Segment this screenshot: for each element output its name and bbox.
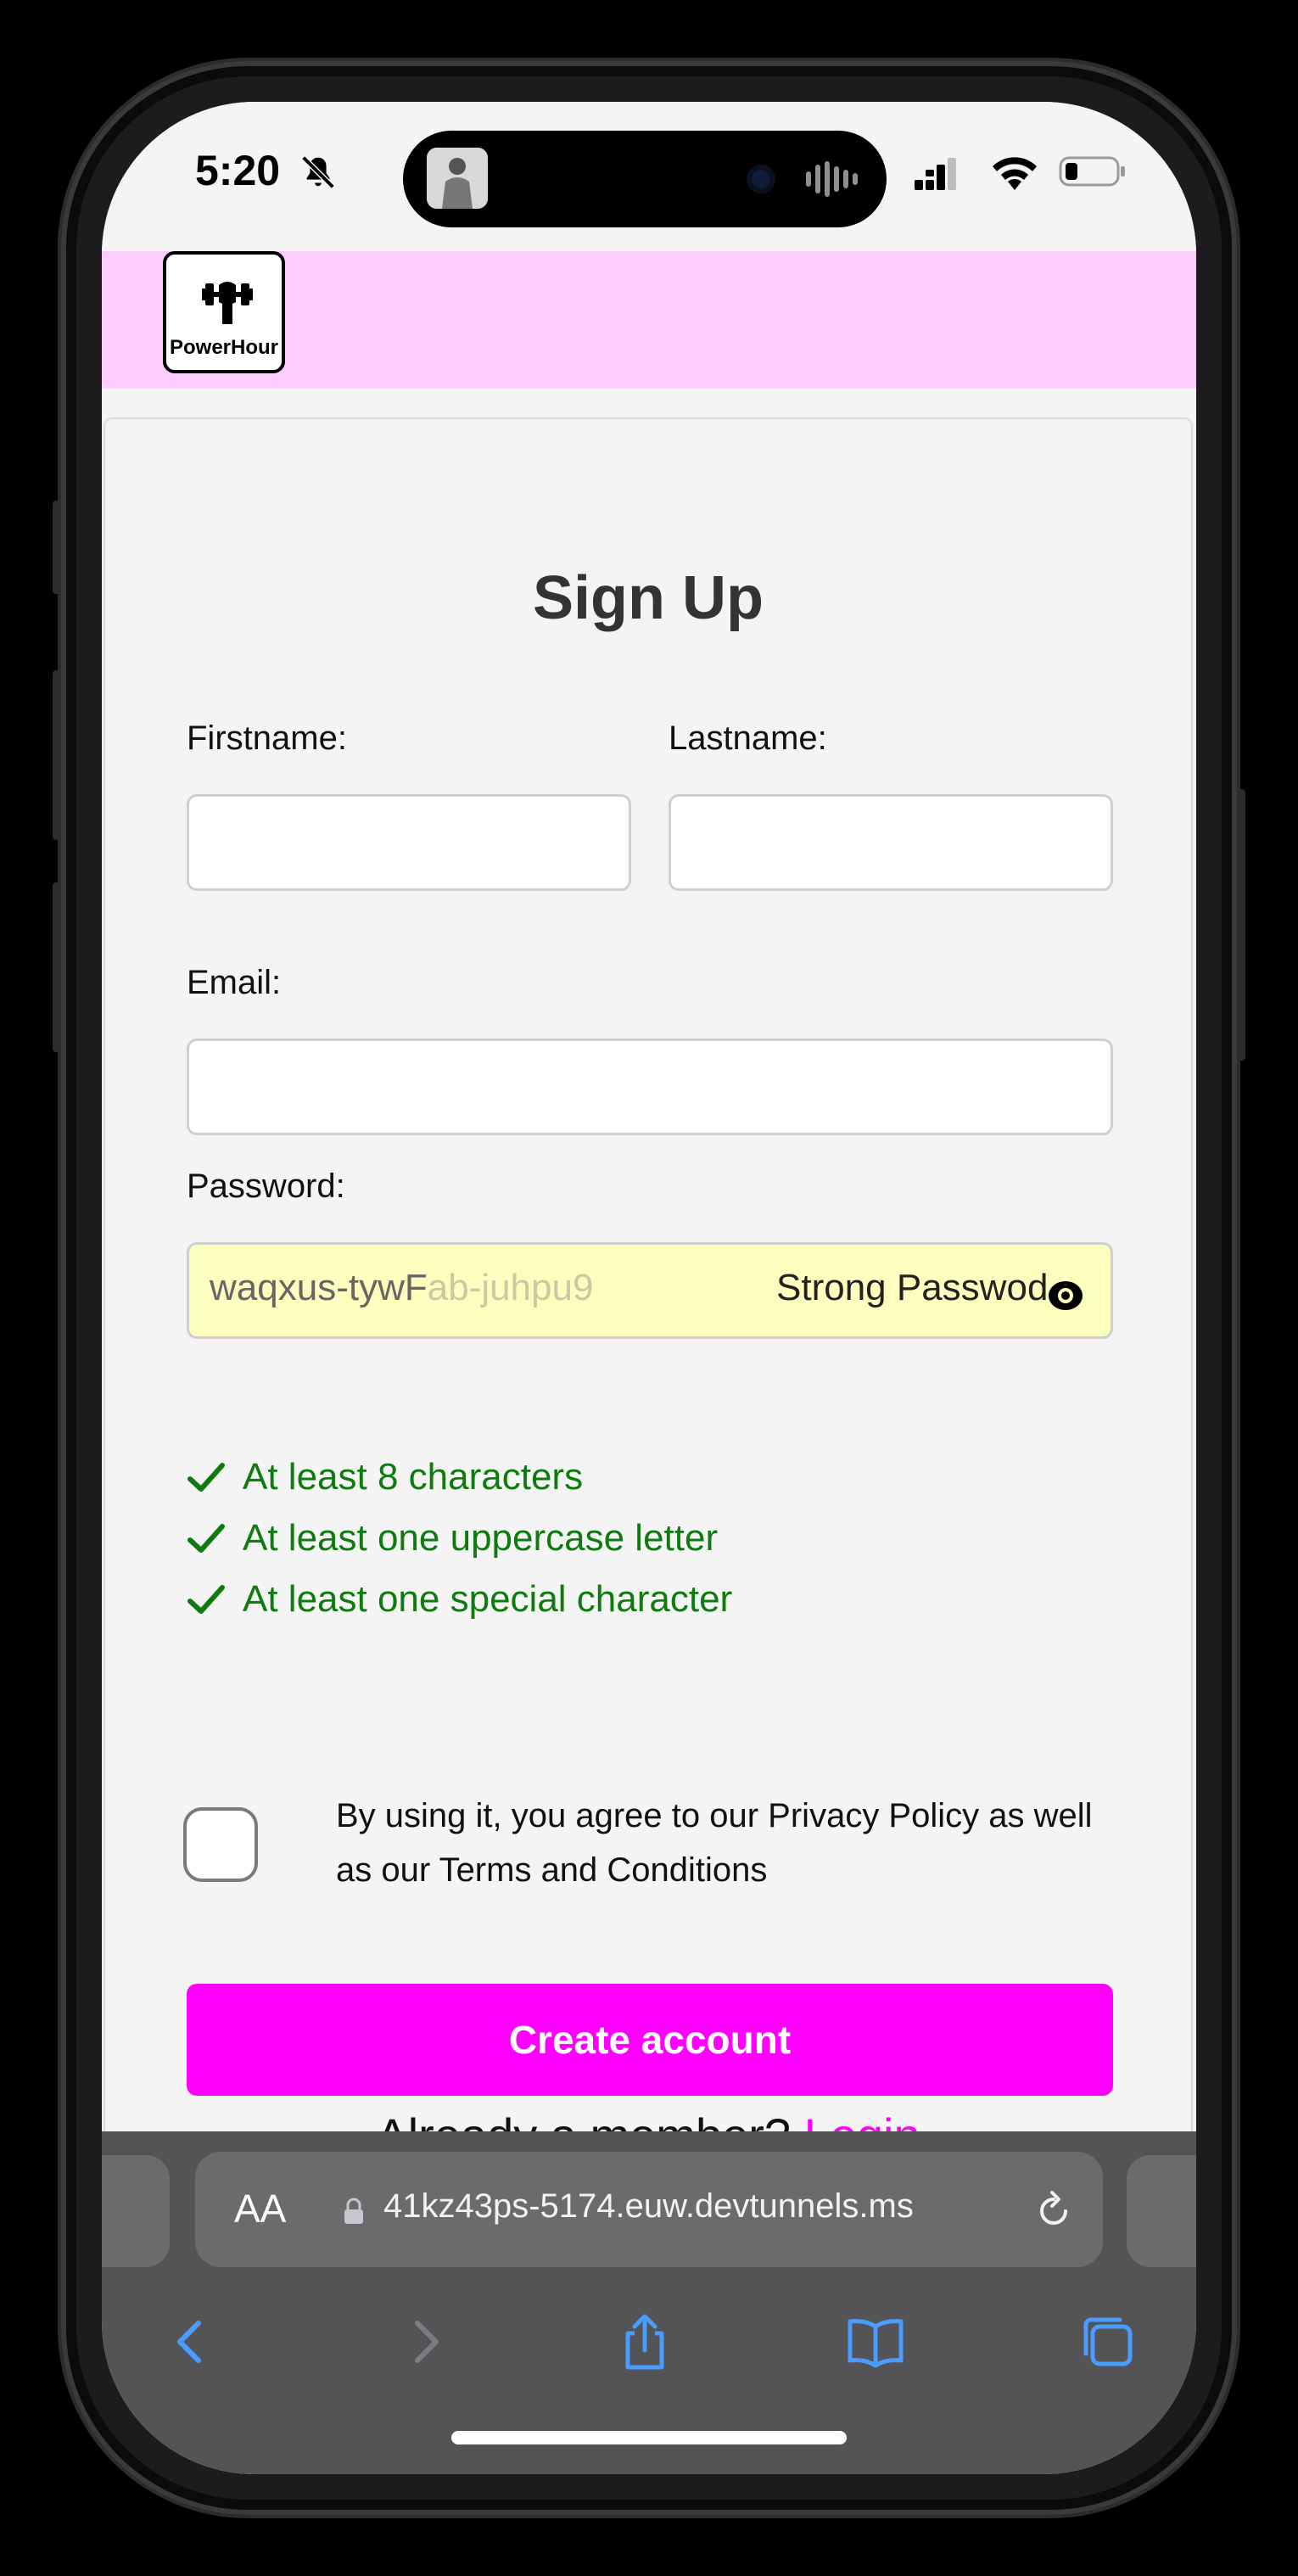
password-label: Password: bbox=[187, 1168, 345, 1205]
brand-name: PowerHour bbox=[169, 336, 278, 359]
bookmarks-icon[interactable] bbox=[845, 2311, 906, 2372]
password-input[interactable]: waqxus-tywFab-juhpu9 Strong Passwod bbox=[187, 1242, 1113, 1339]
strong-password-suggestion[interactable]: Strong Passwod bbox=[776, 1267, 1048, 1309]
show-password-icon[interactable] bbox=[1047, 1279, 1084, 1313]
dynamic-island[interactable] bbox=[403, 131, 887, 227]
browser-toolbar: AA 41kz43ps-5174.euw.devtunnels.ms bbox=[102, 2131, 1196, 2474]
dumbbell-fist-icon bbox=[202, 282, 253, 324]
firstname-label: Firstname: bbox=[187, 720, 347, 757]
password-rule-special: At least one special character bbox=[187, 1578, 732, 1621]
power-button bbox=[1237, 789, 1245, 1061]
next-tab-peek[interactable] bbox=[1127, 2155, 1196, 2267]
reload-icon[interactable] bbox=[1032, 2189, 1076, 2233]
status-bar: 5:20 bbox=[102, 102, 1196, 251]
email-label: Email: bbox=[187, 964, 282, 1001]
forward-icon[interactable] bbox=[394, 2311, 455, 2372]
address-bar[interactable]: AA 41kz43ps-5174.euw.devtunnels.ms bbox=[195, 2152, 1103, 2267]
checkmark-icon bbox=[187, 1585, 225, 1614]
signup-form-card: Sign Up Firstname: Lastname: Email: Pass… bbox=[104, 417, 1193, 2199]
screen: 5:20 PowerHour Sign Up Firstname: Lastna… bbox=[102, 102, 1196, 2474]
lock-icon bbox=[344, 2198, 363, 2224]
checkmark-icon bbox=[187, 1524, 225, 1553]
page-title: Sign Up bbox=[533, 564, 764, 632]
password-rule-length: At least 8 characters bbox=[187, 1456, 583, 1498]
email-input[interactable] bbox=[187, 1039, 1113, 1135]
person-thumbnail-icon bbox=[427, 148, 488, 209]
url-text: 41kz43ps-5174.euw.devtunnels.ms bbox=[383, 2187, 914, 2225]
checkmark-icon bbox=[187, 1463, 225, 1492]
back-icon[interactable] bbox=[161, 2311, 222, 2372]
now-playing-thumbnail[interactable] bbox=[427, 148, 488, 209]
share-icon[interactable] bbox=[614, 2311, 675, 2372]
page-settings-button[interactable]: AA bbox=[234, 2186, 286, 2232]
status-time: 5:20 bbox=[195, 147, 281, 194]
site-header: PowerHour bbox=[102, 251, 1196, 389]
cellular-signal-icon bbox=[915, 158, 956, 190]
wifi-icon bbox=[993, 157, 1037, 190]
tabs-icon[interactable] bbox=[1077, 2311, 1139, 2372]
password-rule-uppercase: At least one uppercase letter bbox=[187, 1517, 718, 1560]
battery-icon bbox=[1059, 156, 1125, 187]
password-value: waqxus-tywFab-juhpu9 bbox=[210, 1267, 594, 1308]
firstname-input[interactable] bbox=[187, 794, 631, 891]
terms-checkbox[interactable] bbox=[183, 1807, 258, 1882]
terms-text: By using it, you agree to our Privacy Po… bbox=[336, 1797, 1093, 1889]
audio-waveform-icon bbox=[806, 161, 858, 197]
volume-down-button bbox=[53, 882, 61, 1052]
lastname-input[interactable] bbox=[669, 794, 1113, 891]
lastname-label: Lastname: bbox=[669, 720, 827, 757]
silent-bell-icon bbox=[301, 155, 335, 189]
previous-tab-peek[interactable] bbox=[102, 2155, 170, 2267]
volume-up-button bbox=[53, 670, 61, 840]
create-account-button[interactable]: Create account bbox=[187, 1984, 1113, 2096]
mute-switch bbox=[53, 501, 61, 594]
powerhour-logo[interactable]: PowerHour bbox=[163, 251, 285, 373]
home-indicator[interactable] bbox=[451, 2431, 847, 2444]
front-camera-icon bbox=[747, 165, 775, 193]
